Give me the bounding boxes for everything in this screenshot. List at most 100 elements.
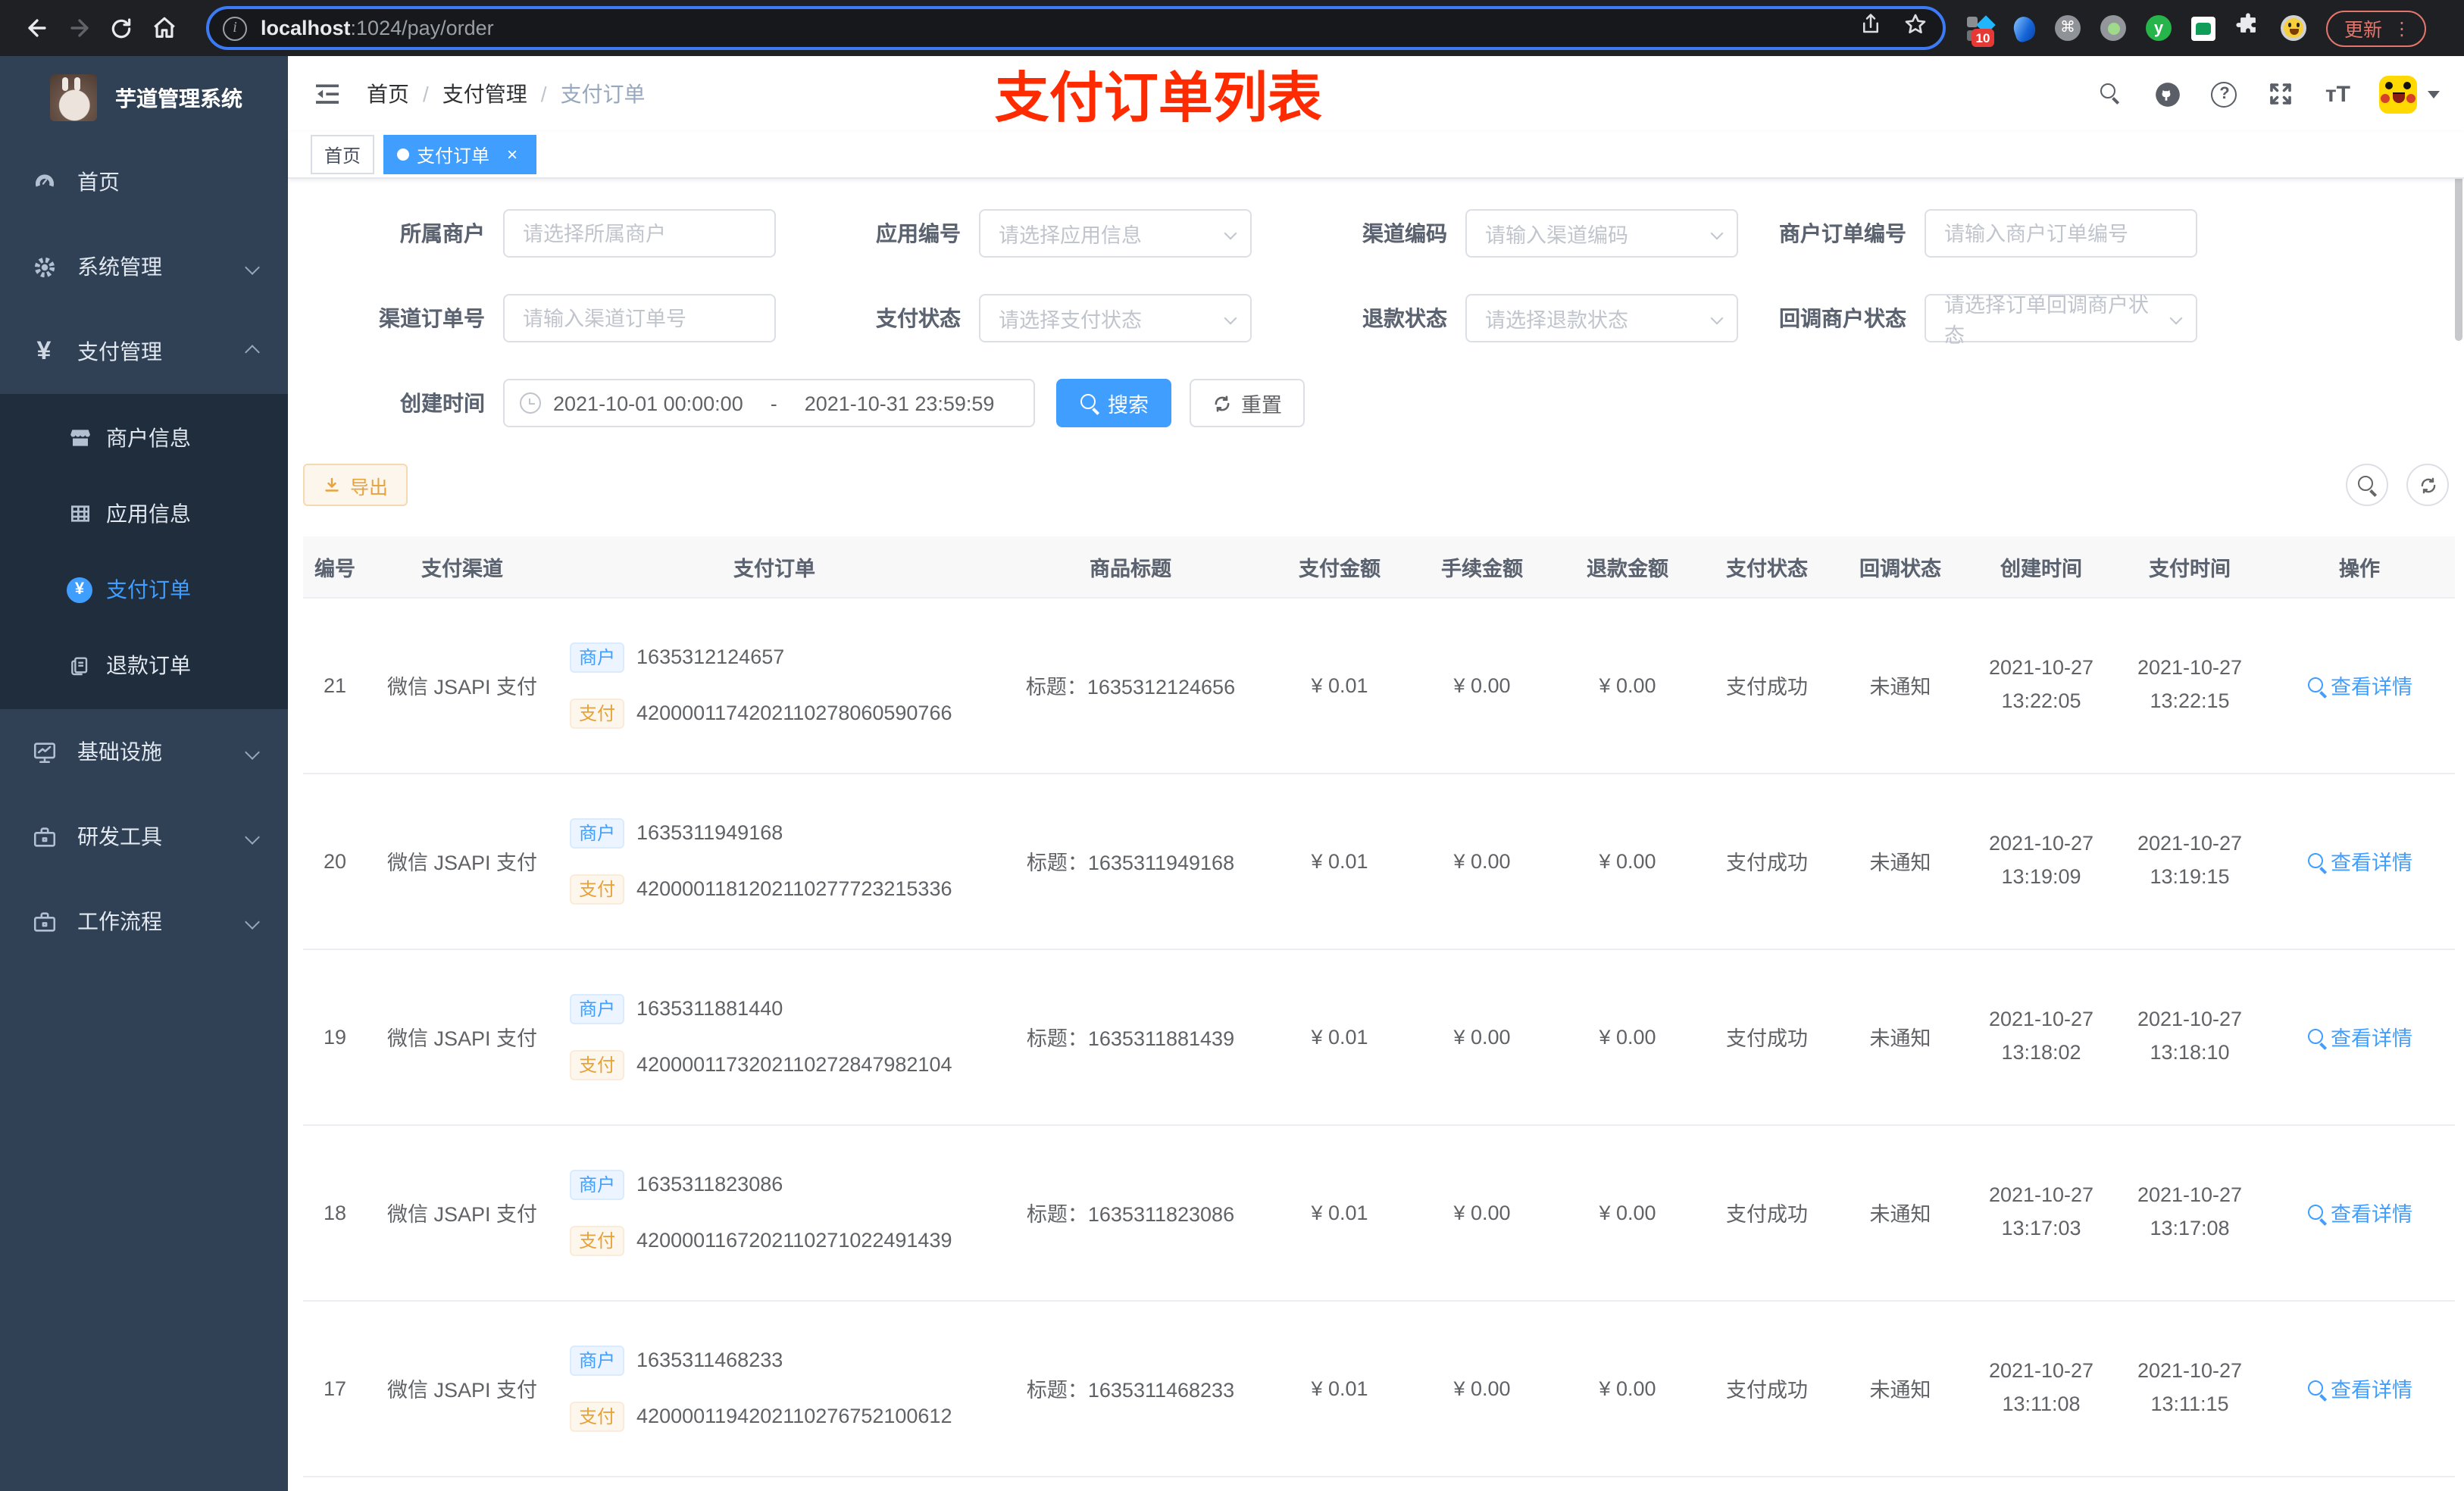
create-time-range-picker[interactable]: 2021-10-01 00:00:00 - 2021-10-31 23:59:5…: [503, 379, 1035, 427]
refresh-table-button[interactable]: [2406, 464, 2449, 506]
channel-code-select[interactable]: 请输入渠道编码: [1465, 209, 1738, 258]
tab-pay-order[interactable]: 支付订单 ×: [383, 135, 537, 174]
table-row-partial: 商户1635311351736: [303, 1476, 2455, 1491]
col-status: 支付状态: [1700, 536, 1834, 598]
browser-back-icon[interactable]: [15, 7, 58, 49]
view-detail-link[interactable]: 查看详情: [2306, 1197, 2412, 1227]
pay-status-label: 支付状态: [876, 306, 961, 330]
toggle-search-button[interactable]: [2346, 464, 2388, 506]
sidebar-item-merchant-info[interactable]: 商户信息: [0, 400, 288, 476]
extension-y-icon[interactable]: y: [2146, 15, 2172, 41]
browser-toolbar: i localhost:1024/pay/order 10 ⌘ y 更新 ⋮: [0, 0, 2464, 56]
extensions-row: 10 ⌘ y 更新 ⋮: [1967, 10, 2427, 46]
search-button[interactable]: 搜索: [1056, 379, 1171, 427]
extension-recorder-icon[interactable]: [2100, 15, 2126, 41]
grid-table-icon: [67, 501, 92, 527]
tab-home[interactable]: 首页: [311, 135, 375, 174]
table-row: 21 微信 JSAPI 支付 商户 1635312124657 支付 4200001…: [303, 597, 2455, 774]
site-info-icon[interactable]: i: [223, 16, 247, 40]
table-row: 17 微信 JSAPI 支付 商户 1635311468233 支付 4200001…: [303, 1300, 2455, 1477]
channel-order-label: 渠道订单号: [379, 306, 485, 330]
chevron-down-icon: [2169, 311, 2183, 325]
font-size-icon[interactable]: тT: [2325, 81, 2350, 107]
breadcrumb-home[interactable]: 首页: [367, 79, 409, 109]
sidebar-item-refund-order[interactable]: 退款订单: [0, 627, 288, 703]
breadcrumb-payment[interactable]: 支付管理: [442, 79, 527, 109]
sidebar-item-workflow[interactable]: 工作流程: [0, 879, 288, 964]
help-icon[interactable]: ?: [2211, 81, 2237, 107]
gear-icon: [30, 253, 58, 280]
browser-update-button[interactable]: 更新 ⋮: [2326, 10, 2427, 46]
sidebar-item-system[interactable]: 系统管理: [0, 224, 288, 309]
col-fee: 手续金额: [1409, 536, 1555, 598]
col-created: 创建时间: [1967, 536, 2115, 598]
notify-status-select[interactable]: 请选择订单回调商户状态: [1925, 294, 2197, 347]
view-detail-link[interactable]: 查看详情: [2306, 670, 2412, 700]
extension-sitestack-icon[interactable]: 10: [1967, 14, 1996, 46]
merchant-input[interactable]: [503, 209, 776, 258]
extension-chat-icon[interactable]: [2191, 16, 2215, 40]
close-icon[interactable]: ×: [502, 144, 523, 165]
fullscreen-icon[interactable]: [2266, 79, 2297, 109]
tags-view: 首页 支付订单 ×: [288, 132, 2464, 179]
pay-tag: 支付: [570, 698, 625, 728]
pay-tag: 支付: [570, 1225, 625, 1255]
monitor-chart-icon: [30, 738, 58, 765]
merchant-tag: 商户: [570, 1345, 625, 1375]
chevron-down-icon: [1710, 311, 1724, 325]
channel-order-input[interactable]: [503, 294, 776, 342]
merchant-order-input[interactable]: [1925, 209, 2197, 258]
app-logo[interactable]: 芋道管理系统: [0, 56, 288, 139]
browser-menu-icon[interactable]: ⋮: [2393, 17, 2411, 39]
view-detail-link[interactable]: 查看详情: [2306, 1021, 2412, 1052]
browser-forward-icon[interactable]: [58, 7, 100, 49]
extensions-puzzle-icon[interactable]: [2235, 11, 2261, 45]
dashboard-icon: [30, 168, 58, 195]
sidebar-item-app-info[interactable]: 应用信息: [0, 476, 288, 552]
view-detail-link[interactable]: 查看详情: [2306, 846, 2412, 876]
pay-status-select[interactable]: 请选择支付状态: [979, 294, 1252, 342]
merchant-order-label: 商户订单编号: [1779, 221, 1906, 245]
document-icon: [67, 652, 92, 678]
yen-circle-icon: ¥: [67, 577, 92, 602]
sidebar-item-pay-order[interactable]: ¥ 支付订单: [0, 552, 288, 627]
extension-command-icon[interactable]: ⌘: [2055, 15, 2081, 41]
sidebar-collapse-icon[interactable]: [312, 79, 342, 109]
refund-status-select[interactable]: 请选择退款状态: [1465, 294, 1738, 342]
pay-tag: 支付: [570, 1049, 625, 1080]
sidebar-item-devtools[interactable]: 研发工具: [0, 794, 288, 879]
browser-reload-icon[interactable]: [100, 7, 142, 49]
col-id: 编号: [303, 536, 367, 598]
share-icon[interactable]: [1859, 12, 1882, 44]
notify-status-label: 回调商户状态: [1779, 306, 1906, 330]
merchant-tag: 商户: [570, 817, 625, 848]
channel-code-label: 渠道编码: [1362, 221, 1447, 245]
app-id-select[interactable]: 请选择应用信息: [979, 209, 1252, 258]
extension-kite-icon[interactable]: [2010, 13, 2039, 43]
address-bar[interactable]: i localhost:1024/pay/order: [206, 6, 1946, 50]
merchant-label: 所属商户: [400, 221, 485, 245]
bookmark-star-icon[interactable]: [1903, 12, 1928, 44]
export-button[interactable]: 导出: [303, 464, 408, 506]
sidebar-item-home[interactable]: 首页: [0, 139, 288, 224]
table-toolbar: 导出: [303, 464, 2449, 506]
view-detail-link[interactable]: 查看详情: [2306, 1373, 2412, 1403]
user-menu[interactable]: [2379, 75, 2440, 113]
reset-button[interactable]: 重置: [1190, 379, 1305, 427]
filter-row-1: 所属商户 应用编号 请选择应用信息 渠道编码 请输入渠道编码 商户订单编号: [303, 209, 2449, 258]
extension-badge: 10: [1972, 28, 1994, 46]
range-end: 2021-10-31 23:59:59: [804, 392, 995, 414]
col-notify: 回调状态: [1834, 536, 1967, 598]
caret-down-icon: [2428, 90, 2440, 98]
chevron-down-icon: [1710, 227, 1724, 240]
sidebar-item-infra[interactable]: 基础设施: [0, 709, 288, 794]
github-icon[interactable]: [2153, 79, 2183, 109]
sidebar-item-payment[interactable]: ¥ 支付管理: [0, 309, 288, 394]
table-row: 19 微信 JSAPI 支付 商户 1635311881440 支付 4200001…: [303, 949, 2455, 1125]
page-title: 支付订单列表: [994, 67, 1322, 129]
filter-row-2: 渠道订单号 支付状态 请选择支付状态 退款状态 请选择退款状态 回调商户状态 请…: [303, 294, 2449, 347]
browser-home-icon[interactable]: [142, 7, 185, 49]
app-title: 芋道管理系统: [115, 86, 242, 110]
search-icon[interactable]: [2100, 82, 2124, 106]
profile-avatar-icon[interactable]: [2281, 15, 2306, 41]
